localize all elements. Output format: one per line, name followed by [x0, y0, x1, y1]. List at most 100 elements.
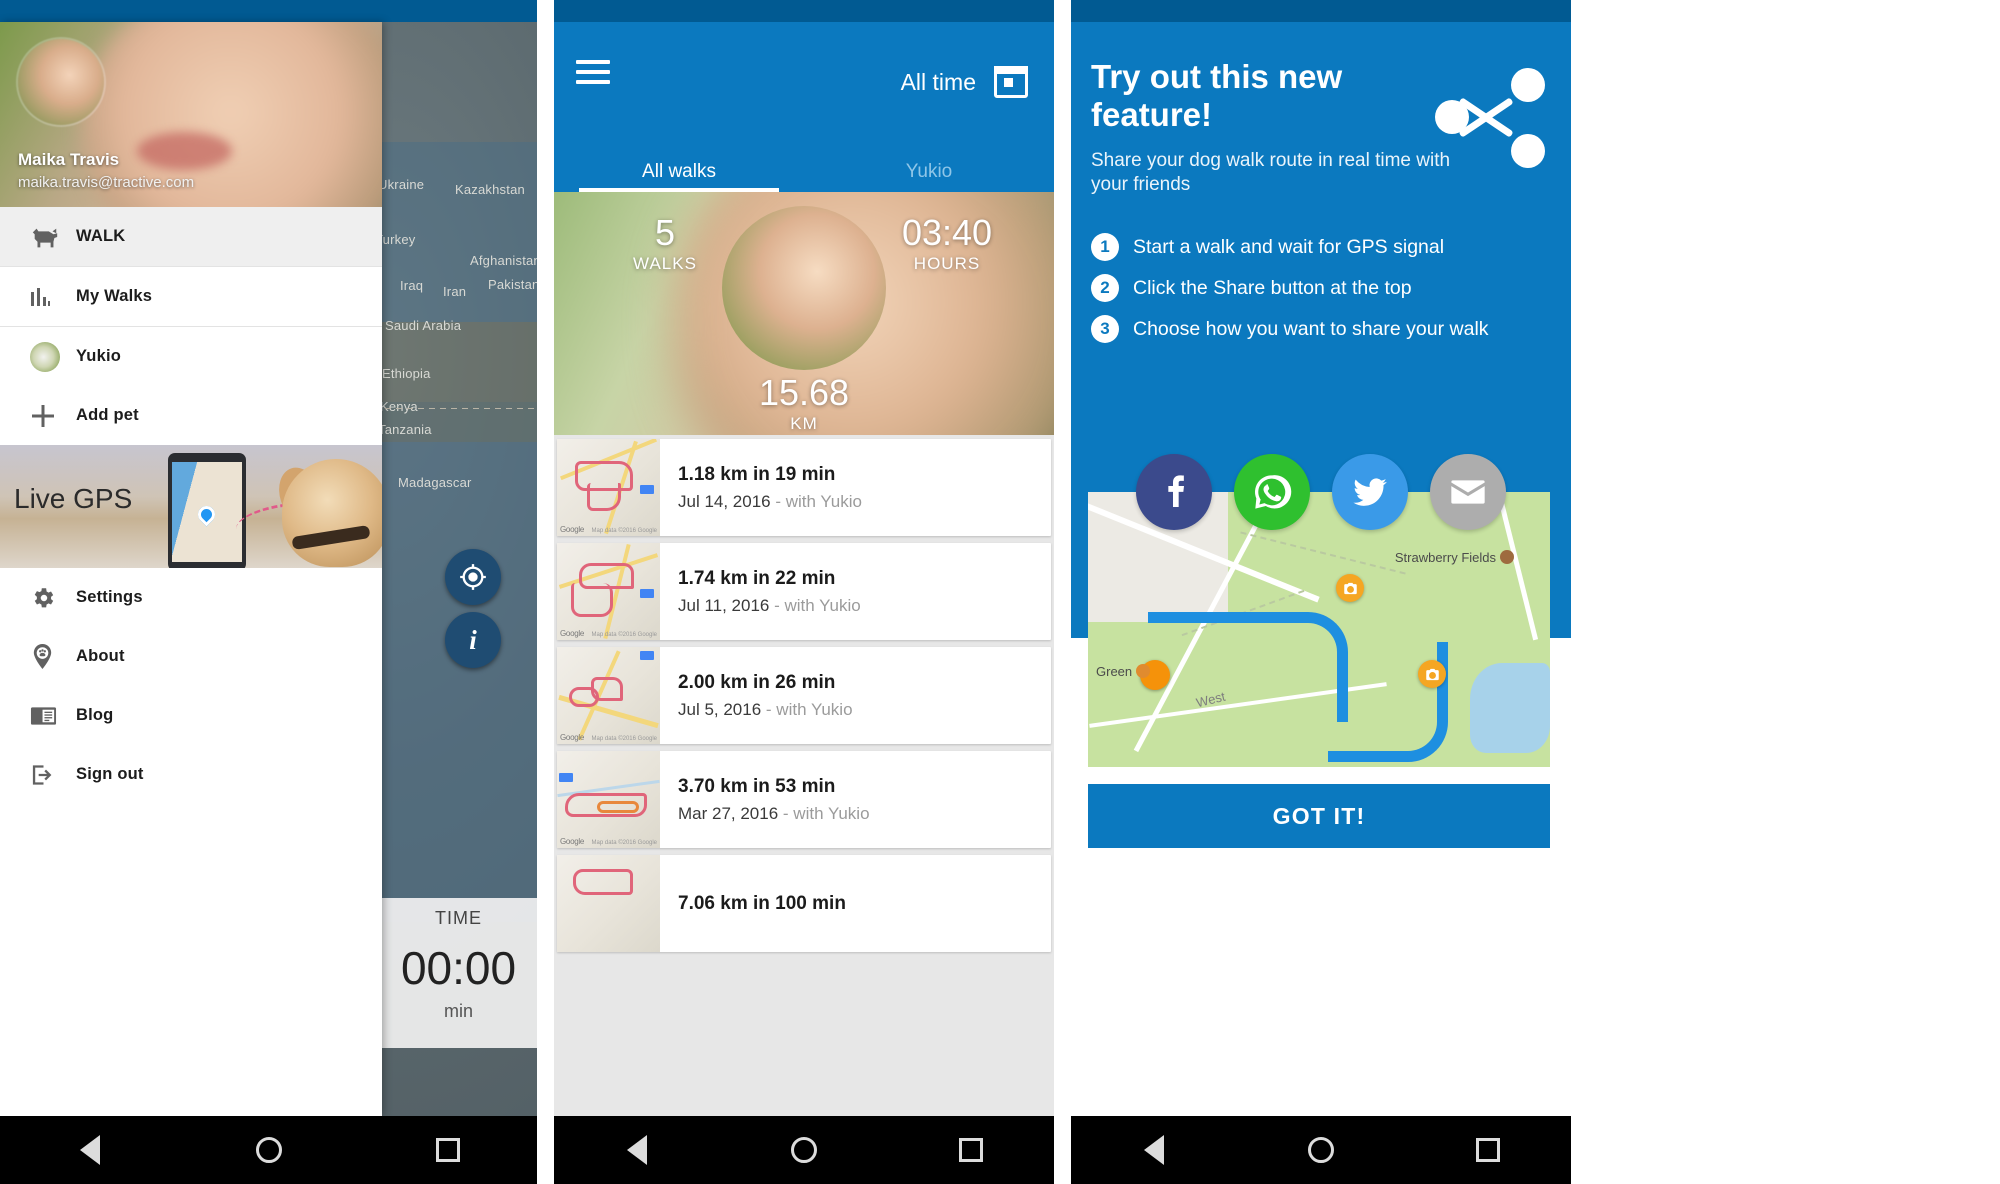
sidebar-item-label: WALK	[76, 227, 126, 245]
sidebar-item-my-walks[interactable]: My Walks	[0, 267, 382, 326]
sidebar-item-walk[interactable]: WALK	[0, 207, 382, 266]
walk-companion: - with Yukio	[778, 803, 870, 823]
info-icon: i	[469, 624, 477, 655]
walk-list[interactable]: Google Map data ©2016 Google 1.18 km in …	[554, 435, 1054, 1116]
walk-subtitle: Mar 27, 2016 - with Yukio	[678, 804, 870, 824]
user-email: maika.travis@tractive.com	[18, 174, 195, 191]
got-it-button[interactable]: GOT IT!	[1088, 784, 1550, 848]
sidebar-item-settings[interactable]: Settings	[0, 568, 382, 627]
map-attribution: Map data ©2016 Google	[591, 736, 657, 742]
back-triangle-icon[interactable]	[620, 1133, 654, 1167]
share-targets	[1071, 454, 1571, 530]
info-button[interactable]: i	[445, 612, 501, 668]
hamburger-icon[interactable]	[576, 60, 610, 90]
recents-square-icon[interactable]	[954, 1133, 988, 1167]
home-circle-icon[interactable]	[787, 1133, 821, 1167]
stat-walks: 5 WALKS	[610, 214, 720, 274]
step-text: Click the Share button at the top	[1133, 276, 1412, 299]
sidebar-item-label: Settings	[76, 588, 143, 606]
walk-title: 3.70 km in 53 min	[678, 775, 836, 797]
stat-unit: HOURS	[913, 253, 981, 273]
walk-companion: - with Yukio	[769, 595, 861, 615]
email-icon[interactable]	[1430, 454, 1506, 530]
sidebar-item-sign-out[interactable]: Sign out	[0, 745, 382, 804]
map-label: Madagascar	[398, 475, 472, 490]
back-triangle-icon[interactable]	[73, 1133, 107, 1167]
map-attribution: Map data ©2016 Google	[591, 632, 657, 638]
list-item: 2 Click the Share button at the top	[1091, 274, 1553, 303]
map-label: Strawberry Fields	[1395, 550, 1514, 565]
step-number: 2	[1091, 274, 1119, 303]
map-label: Saudi Arabia	[385, 318, 462, 333]
article-icon	[30, 705, 76, 727]
phone-panel-drawer: Ukraine Kazakhstan Turkey Afghanistan Pa…	[0, 0, 537, 1184]
live-gps-promo-banner[interactable]: Live GPS	[0, 445, 382, 568]
timer-label: TIME	[435, 908, 482, 928]
recents-square-icon[interactable]	[431, 1133, 465, 1167]
tab-all-walks[interactable]: All walks	[554, 161, 804, 192]
app-bar: All time	[554, 22, 1054, 144]
sidebar-item-label: About	[76, 647, 125, 665]
google-logo: Google	[560, 629, 584, 638]
walk-date: Jul 11, 2016	[678, 595, 770, 615]
map-label: Green	[1096, 664, 1151, 679]
share-nodes-icon	[1435, 68, 1545, 168]
promo-phone-image	[168, 453, 246, 568]
route-thumbnail	[557, 855, 660, 952]
facebook-icon[interactable]	[1136, 454, 1212, 530]
stat-unit: KM	[790, 413, 818, 433]
map-label: Tanzania	[378, 422, 432, 437]
avatar[interactable]	[18, 39, 104, 125]
sidebar-item-yukio[interactable]: Yukio	[0, 327, 382, 386]
home-circle-icon[interactable]	[1304, 1133, 1338, 1167]
phone-panel-share-feature: Try out this new feature! Share your dog…	[1071, 0, 1571, 1184]
sidebar-item-blog[interactable]: Blog	[0, 686, 382, 745]
system-navigation-bar	[554, 1116, 1054, 1184]
list-item[interactable]: Google Map data ©2016 Google 3.70 km in …	[557, 751, 1051, 848]
sidebar-item-add-pet[interactable]: Add pet	[0, 386, 382, 445]
walk-title: 2.00 km in 26 min	[678, 671, 836, 693]
period-label[interactable]: All time	[901, 69, 976, 96]
route-map-preview[interactable]: Strawberry Fields Green West	[1088, 492, 1550, 767]
photo-marker-icon[interactable]	[1336, 574, 1364, 602]
avatar	[722, 206, 886, 370]
location-pin-icon	[194, 502, 219, 527]
gear-icon	[30, 585, 76, 611]
map-attribution: Map data ©2016 Google	[591, 840, 657, 846]
stats-hero: 5 WALKS 03:40 HOURS 15.68 KM	[554, 192, 1054, 435]
sidebar-item-about[interactable]: About	[0, 627, 382, 686]
calendar-icon[interactable]	[994, 66, 1028, 98]
photo-marker-icon[interactable]	[1418, 660, 1446, 688]
status-bar	[1071, 0, 1571, 22]
route-thumbnail: Google Map data ©2016 Google	[557, 543, 660, 640]
promo-dog-image	[282, 459, 382, 567]
list-item[interactable]: 7.06 km in 100 min	[557, 855, 1051, 952]
list-item[interactable]: Google Map data ©2016 Google 1.18 km in …	[557, 439, 1051, 536]
map-attribution: Map data ©2016 Google	[591, 528, 657, 534]
list-item: 1 Start a walk and wait for GPS signal	[1091, 233, 1553, 262]
stat-distance: 15.68 KM	[704, 374, 904, 434]
walk-subtitle: Jul 11, 2016 - with Yukio	[678, 596, 861, 616]
navigation-drawer: Maika Travis maika.travis@tractive.com W…	[0, 22, 382, 1116]
home-circle-icon[interactable]	[252, 1133, 286, 1167]
twitter-icon[interactable]	[1332, 454, 1408, 530]
map-label: Pakistan	[488, 277, 537, 292]
paw-pin-icon	[30, 643, 76, 670]
stat-value: 15.68	[758, 372, 850, 413]
route-thumbnail: Google Map data ©2016 Google	[557, 751, 660, 848]
tab-yukio[interactable]: Yukio	[804, 161, 1054, 192]
step-text: Choose how you want to share your walk	[1133, 317, 1489, 340]
walk-date: Mar 27, 2016	[678, 803, 779, 823]
my-location-button[interactable]	[445, 549, 501, 605]
sign-out-icon	[30, 763, 76, 787]
back-triangle-icon[interactable]	[1137, 1133, 1171, 1167]
whatsapp-icon[interactable]	[1234, 454, 1310, 530]
list-item[interactable]: Google Map data ©2016 Google 1.74 km in …	[557, 543, 1051, 640]
google-logo: Google	[560, 525, 584, 534]
list-item: 3 Choose how you want to share your walk	[1091, 315, 1553, 344]
recents-square-icon[interactable]	[1471, 1133, 1505, 1167]
list-item[interactable]: Google Map data ©2016 Google 2.00 km in …	[557, 647, 1051, 744]
walk-date: Jul 14, 2016	[678, 491, 771, 511]
system-navigation-bar	[1071, 1116, 1571, 1184]
sidebar-item-label: Sign out	[76, 765, 144, 783]
